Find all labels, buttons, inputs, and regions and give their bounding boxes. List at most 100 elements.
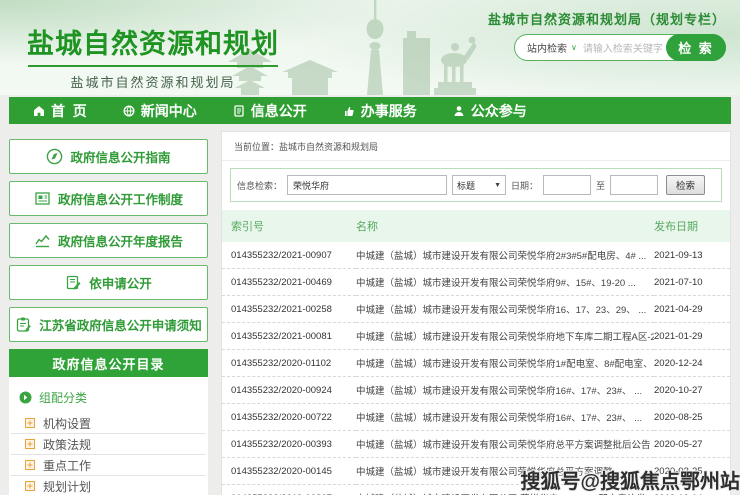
sidebar-directory-header[interactable]: 政府信息公开目录: [9, 349, 208, 377]
sidebar-button-2[interactable]: 政府信息公开年度报告: [9, 223, 208, 258]
filter-bar: 信息检索： 标题 ▼ 日期： 至 检索: [230, 168, 722, 202]
nav-item-4[interactable]: 公众参与: [453, 101, 527, 121]
category-item-label: 重点工作: [43, 457, 91, 474]
column-title: 盐城市自然资源和规划局（规划专栏）: [488, 9, 726, 28]
watermark: 搜狐号@搜狐焦点鄂州站: [520, 465, 740, 494]
table-row: 014355232/2021-00081中城建（盐城）城市建设开发有限公司荣悦华…: [222, 323, 730, 350]
table-row: 014355232/2021-00258中城建（盐城）城市建设开发有限公司荣悦华…: [222, 296, 730, 323]
filter-search-button[interactable]: 检索: [666, 175, 705, 195]
keyword-input[interactable]: [287, 175, 447, 195]
site-search-button[interactable]: 检 索: [666, 34, 726, 61]
search-scope-dropdown[interactable]: 站内检索: [515, 40, 567, 55]
arrow-circle-icon: [19, 391, 32, 404]
sidebar: 政府信息公开指南政府信息公开工作制度政府信息公开年度报告依申请公开江苏省政府信息…: [9, 139, 208, 495]
records-table: 索引号 名称 发布日期 014355232/2021-00907中城建（盐城）城…: [222, 210, 730, 495]
record-publish-date: 2021-09-13: [654, 242, 730, 269]
field-select[interactable]: 标题 ▼: [452, 175, 506, 195]
record-title-link[interactable]: 中城建（盐城）城市建设开发有限公司荣悦华府16#、17#、23#、 ...: [356, 377, 654, 404]
sidebar-button-0[interactable]: 政府信息公开指南: [9, 139, 208, 174]
site-search-bar: 站内检索 ∨ 请输入检索关键字 检 索: [514, 34, 726, 61]
record-index-no: 014355232/2020-00722: [222, 404, 356, 431]
table-row: 014355232/2020-00722中城建（盐城）城市建设开发有限公司荣悦华…: [222, 404, 730, 431]
sidebar-category-item-3[interactable]: 规划计划: [11, 476, 206, 495]
sidebar-buttons: 政府信息公开指南政府信息公开工作制度政府信息公开年度报告依申请公开江苏省政府信息…: [9, 139, 208, 342]
date-from-input[interactable]: [543, 175, 591, 195]
record-publish-date: 2020-12-24: [654, 350, 730, 377]
plus-box-icon: [25, 460, 35, 470]
sidebar-button-4[interactable]: 江苏省政府信息公开申请须知: [9, 307, 208, 342]
table-row: 014355232/2020-00924中城建（盐城）城市建设开发有限公司荣悦华…: [222, 377, 730, 404]
apply-icon: [65, 274, 82, 291]
table-row: 014355232/2020-01102中城建（盐城）城市建设开发有限公司荣悦华…: [222, 350, 730, 377]
report-icon: [34, 232, 51, 249]
sidebar-category-item-0[interactable]: 机构设置: [11, 413, 206, 434]
filter-label: 信息检索：: [237, 179, 282, 192]
record-title-link[interactable]: 中城建（盐城）城市建设开发有限公司荣悦华府2#3#5#配电房、4# ...: [356, 242, 654, 269]
date-to-label: 至: [596, 179, 605, 192]
record-title-link[interactable]: 中城建（盐城）城市建设开发有限公司荣悦华府总平方案调整批后公告: [356, 431, 654, 458]
sidebar-category-item-1[interactable]: 政策法规: [11, 434, 206, 455]
site-title: 盐城自然资源和规划: [22, 22, 284, 61]
sidebar-category-list: 机构设置政策法规重点工作规划计划人事信息财政资金: [11, 413, 206, 495]
record-title-link[interactable]: 中城建（盐城）城市建设开发有限公司荣悦华府地下车库二期工程A区-2 ...: [356, 323, 654, 350]
notice-icon: [15, 316, 32, 333]
record-index-no: 014355232/2020-00393: [222, 431, 356, 458]
nav-item-0[interactable]: 首 页: [33, 101, 87, 121]
record-title-link[interactable]: 中城建（盐城）城市建设开发有限公司荣悦华府1#配电室、8#配电室、 ...: [356, 350, 654, 377]
nav-item-1[interactable]: 新闻中心: [123, 101, 197, 121]
sidebar-button-label: 江苏省政府信息公开申请须知: [39, 315, 202, 334]
record-index-no: 014355232/2021-00258: [222, 296, 356, 323]
sidebar-button-label: 政府信息公开指南: [70, 147, 170, 166]
field-select-value: 标题: [457, 179, 475, 192]
column-header-title: 名称: [356, 210, 654, 242]
system-icon: [34, 190, 51, 207]
sidebar-button-label: 政府信息公开工作制度: [58, 189, 183, 208]
record-publish-date: 2020-05-27: [654, 431, 730, 458]
sidebar-button-1[interactable]: 政府信息公开工作制度: [9, 181, 208, 216]
main-nav: 首 页 新闻中心 信息公开 办事服务 公众参与: [9, 97, 731, 124]
table-header-row: 索引号 名称 发布日期: [222, 210, 730, 242]
record-index-no: 014355232/2020-00924: [222, 377, 356, 404]
table-row: 014355232/2020-00393中城建（盐城）城市建设开发有限公司荣悦华…: [222, 431, 730, 458]
title-underline: [28, 65, 278, 67]
main-panel: 当前位置：盐城市自然资源和规划局 信息检索： 标题 ▼ 日期： 至 检索 索引: [221, 131, 731, 495]
page: 盐城自然资源和规划 盐城市自然资源和规划局 盐城市自然资源和规划局（规划专栏） …: [0, 0, 740, 495]
plus-box-icon: [25, 439, 35, 449]
site-subtitle: 盐城市自然资源和规划局: [22, 72, 284, 91]
date-label: 日期：: [511, 179, 538, 192]
nav-item-2[interactable]: 信息公开: [233, 101, 307, 121]
table-row: 014355232/2021-00907中城建（盐城）城市建设开发有限公司荣悦华…: [222, 242, 730, 269]
site-search-input[interactable]: 请输入检索关键字: [583, 40, 666, 55]
nav-item-label: 公众参与: [471, 101, 527, 121]
plus-box-icon: [25, 481, 35, 491]
column-header-index: 索引号: [222, 210, 356, 242]
sidebar-button-3[interactable]: 依申请公开: [9, 265, 208, 300]
category-item-label: 规划计划: [43, 478, 91, 495]
record-publish-date: 2021-07-10: [654, 269, 730, 296]
record-index-no: 014355232/2021-00081: [222, 323, 356, 350]
record-publish-date: 2021-01-29: [654, 323, 730, 350]
nav-item-3[interactable]: 办事服务: [343, 101, 417, 121]
sidebar-button-label: 依申请公开: [89, 273, 152, 292]
person-icon: [453, 105, 465, 117]
record-title-link[interactable]: 中城建（盐城）城市建设开发有限公司荣悦华府16、17、23、29、 ...: [356, 296, 654, 323]
sidebar-category-panel: 组配分类 机构设置政策法规重点工作规划计划人事信息财政资金: [9, 377, 208, 495]
records-table-body: 014355232/2021-00907中城建（盐城）城市建设开发有限公司荣悦华…: [222, 242, 730, 495]
record-publish-date: 2020-10-27: [654, 377, 730, 404]
record-index-no: 014355232/2020-01102: [222, 350, 356, 377]
sidebar-button-label: 政府信息公开年度报告: [58, 231, 183, 250]
record-title-link[interactable]: 中城建（盐城）城市建设开发有限公司荣悦华府9#、15#、19-20 ...: [356, 269, 654, 296]
sidebar-category-group[interactable]: 组配分类: [11, 381, 206, 413]
thumb-icon: [343, 105, 355, 117]
category-item-label: 机构设置: [43, 415, 91, 432]
record-index-no: 014355232/2020-00145: [222, 458, 356, 485]
guide-icon: [46, 148, 63, 165]
nav-item-label: 信息公开: [251, 101, 307, 121]
record-publish-date: 2020-08-25: [654, 404, 730, 431]
record-title-link[interactable]: 中城建（盐城）城市建设开发有限公司荣悦华府16#、17#、23#、 ...: [356, 404, 654, 431]
category-group-label: 组配分类: [39, 389, 87, 406]
record-index-no: 014355232/2021-00469: [222, 269, 356, 296]
date-to-input[interactable]: [610, 175, 658, 195]
column-header-date: 发布日期: [654, 210, 730, 242]
sidebar-category-item-2[interactable]: 重点工作: [11, 455, 206, 476]
